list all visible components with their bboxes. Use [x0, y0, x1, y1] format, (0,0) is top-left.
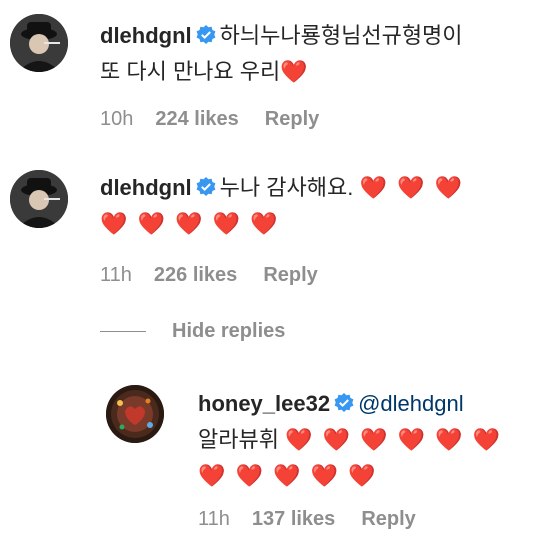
hide-replies-button[interactable]: Hide replies	[100, 320, 285, 343]
comment-text: 하늬누나룡형님선규형명이	[219, 23, 463, 48]
timestamp: 11h	[100, 264, 132, 286]
verified-badge-icon	[196, 25, 216, 44]
reply-text: 알라뷰휘	[198, 427, 279, 452]
username[interactable]: dlehdgnl	[100, 23, 192, 48]
avatar-photo-icon	[106, 385, 164, 443]
likes-count[interactable]: 226 likes	[154, 264, 237, 287]
heart-icon: ❤️	[280, 59, 310, 84]
mention-link[interactable]: @dlehdgnl	[358, 391, 464, 416]
reply-body: honey_lee32 @dlehdgnl 알라뷰휘 ❤️ ❤️ ❤️ ❤️ ❤️…	[198, 386, 502, 494]
avatar-photo-icon	[10, 14, 68, 72]
likes-count[interactable]: 224 likes	[155, 108, 238, 131]
reply-button[interactable]: Reply	[361, 508, 415, 531]
avatar[interactable]	[106, 385, 164, 443]
username[interactable]: honey_lee32	[198, 391, 330, 416]
verified-badge-icon	[334, 393, 354, 412]
avatar[interactable]	[10, 170, 68, 228]
heart-icon: ❤️ ❤️ ❤️	[359, 175, 464, 200]
comment-text-line2: 또 다시 만나요 우리	[100, 59, 281, 84]
reply-meta: 11h 137 likes Reply	[198, 508, 416, 531]
comment-body: dlehdgnl 하늬누나룡형님선규형명이 또 다시 만나요 우리❤️	[100, 18, 463, 90]
avatar-photo-icon	[10, 170, 68, 228]
comment-meta: 11h 226 likes Reply	[100, 264, 318, 287]
divider	[100, 331, 146, 332]
reply-button[interactable]: Reply	[265, 108, 319, 131]
timestamp: 11h	[198, 508, 230, 530]
timestamp: 10h	[100, 108, 134, 130]
hide-replies-label: Hide replies	[172, 320, 286, 342]
reply-button[interactable]: Reply	[263, 264, 317, 287]
heart-icon: ❤️ ❤️ ❤️ ❤️ ❤️ ❤️	[285, 427, 503, 452]
comment-text: 누나 감사해요.	[219, 175, 354, 200]
avatar[interactable]	[10, 14, 68, 72]
heart-icon: ❤️ ❤️ ❤️ ❤️ ❤️	[198, 463, 378, 488]
comment-body: dlehdgnl 누나 감사해요. ❤️ ❤️ ❤️ ❤️ ❤️ ❤️ ❤️ ❤️	[100, 170, 464, 242]
likes-count[interactable]: 137 likes	[252, 508, 335, 531]
heart-icon: ❤️ ❤️ ❤️ ❤️ ❤️	[100, 211, 280, 236]
comment-meta: 10h 224 likes Reply	[100, 108, 319, 131]
verified-badge-icon	[196, 177, 216, 196]
username[interactable]: dlehdgnl	[100, 175, 192, 200]
